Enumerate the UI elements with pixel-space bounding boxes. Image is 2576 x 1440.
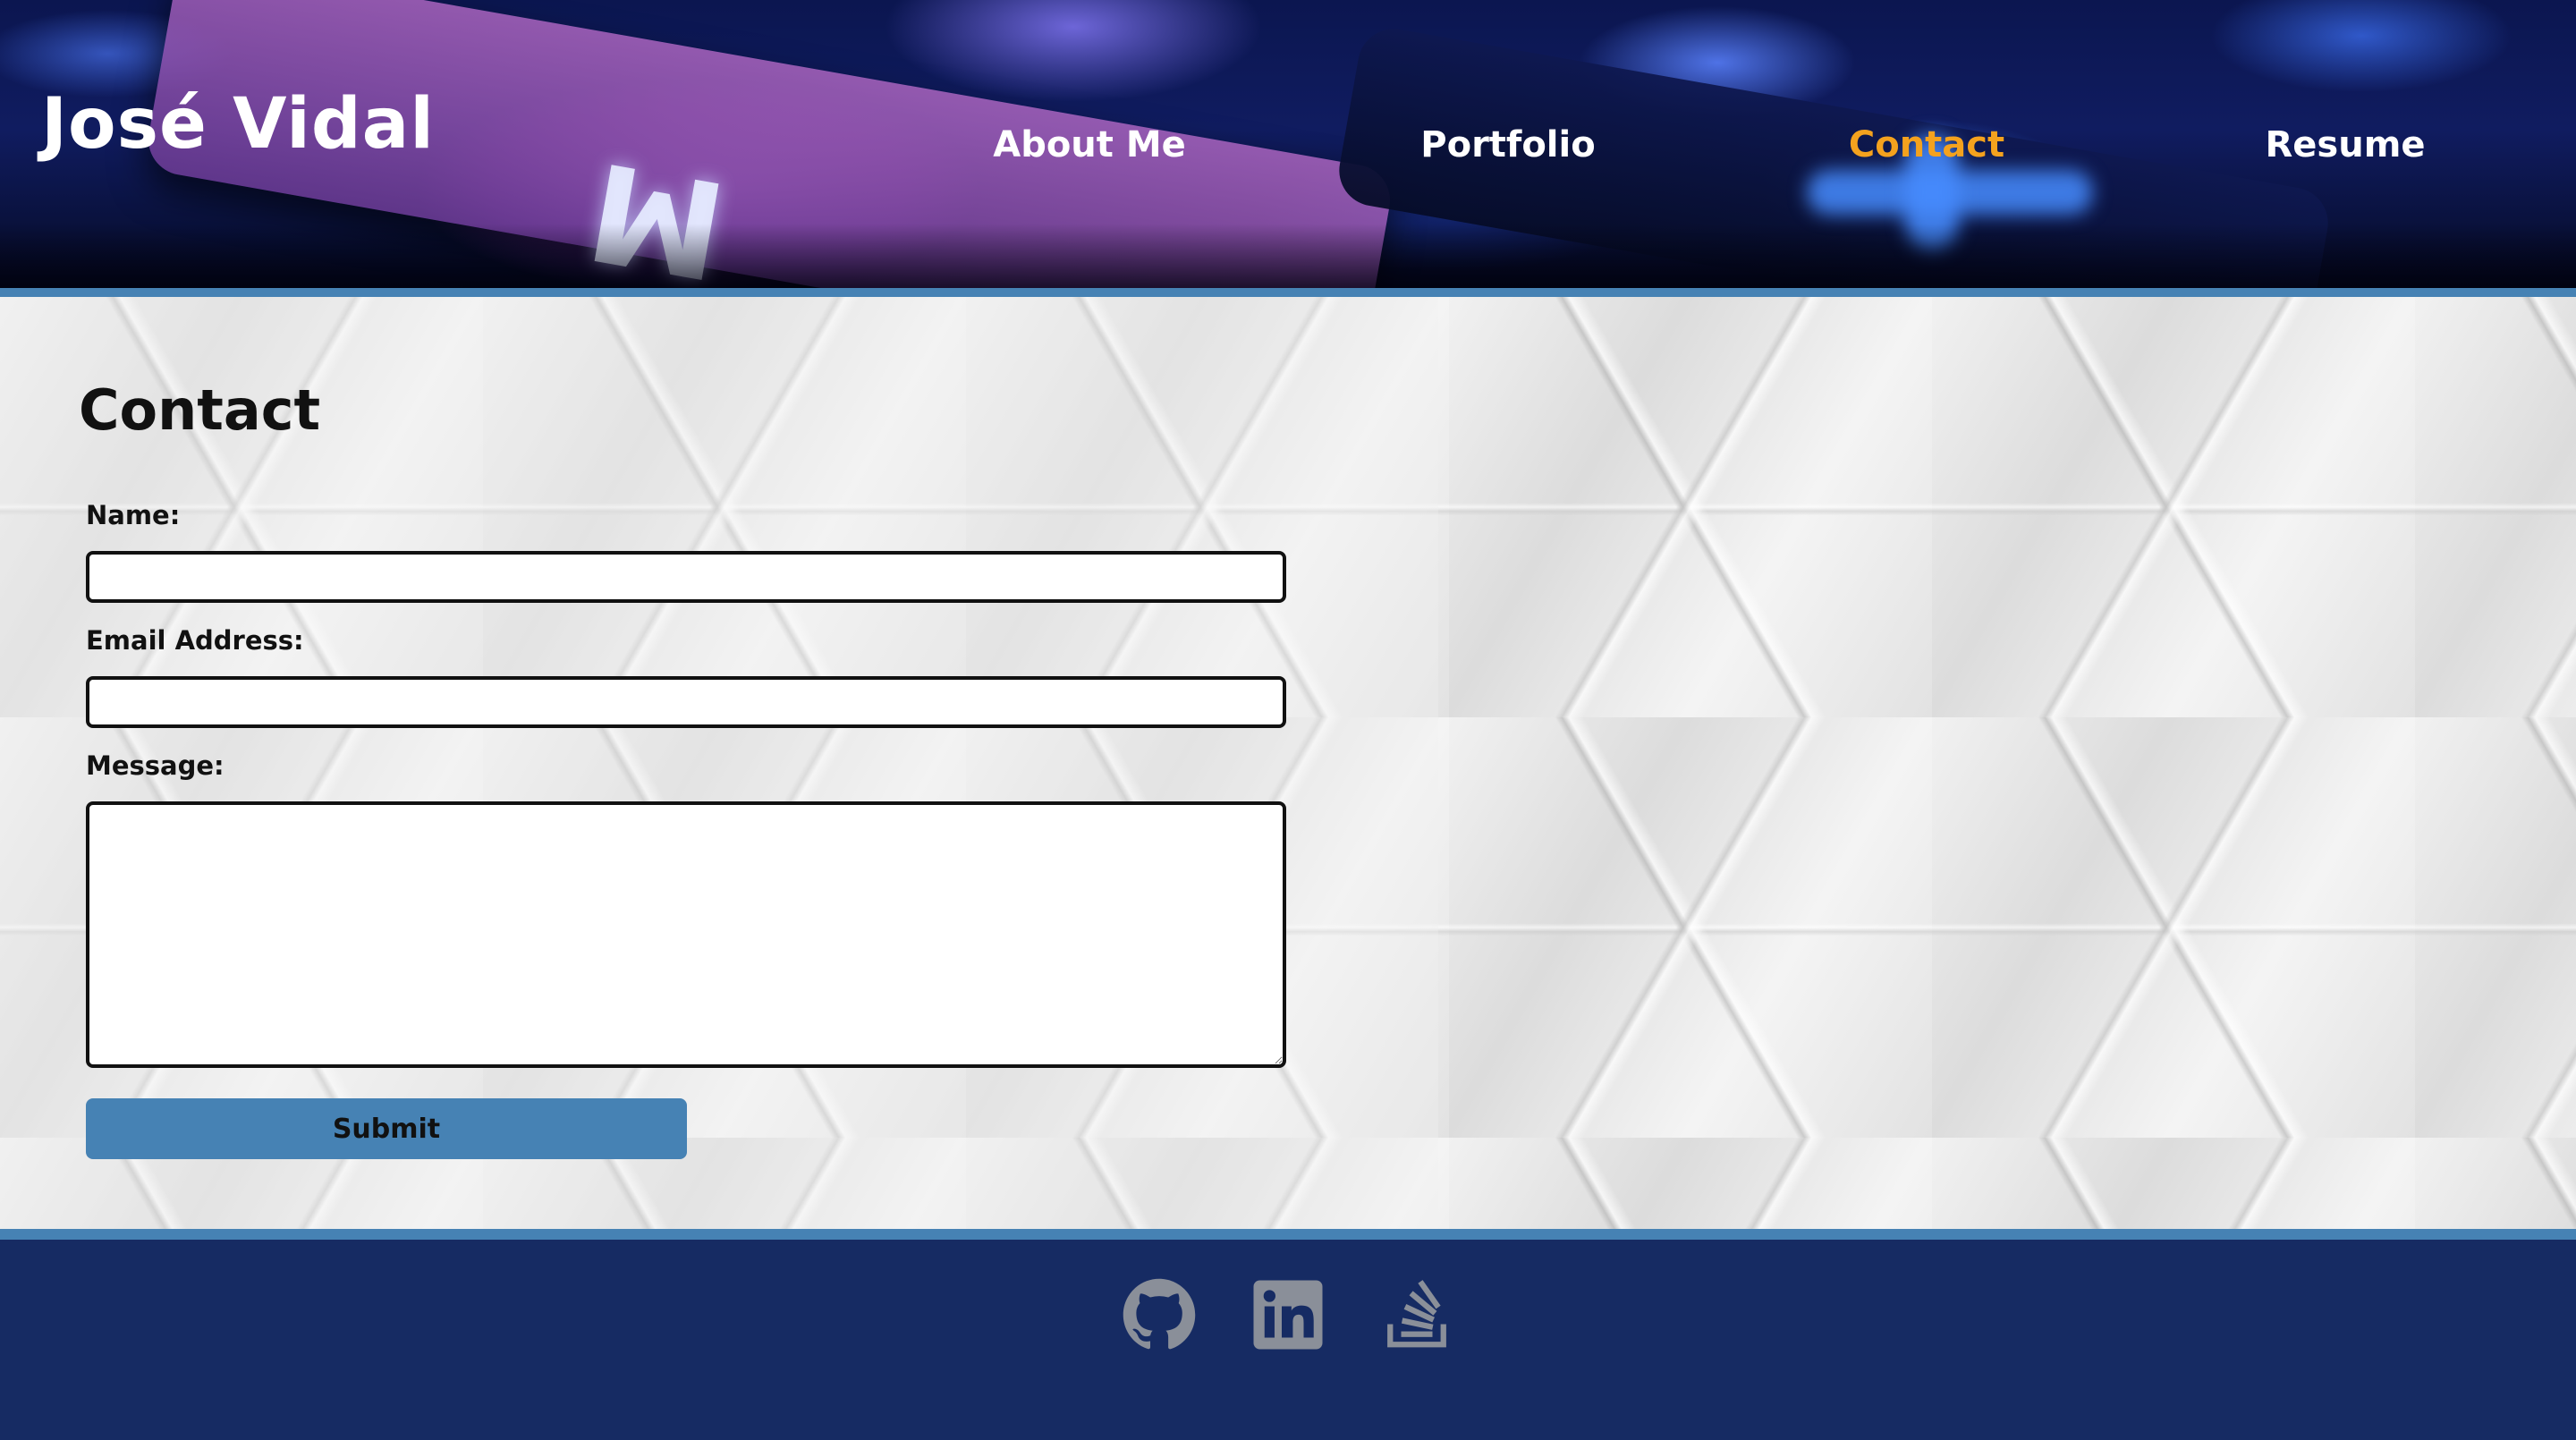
linkedin-link[interactable]	[1250, 1277, 1326, 1352]
email-input[interactable]	[86, 676, 1286, 728]
stackoverflow-link[interactable]	[1379, 1277, 1454, 1352]
name-label: Name:	[86, 500, 181, 530]
name-input[interactable]	[86, 551, 1286, 603]
github-link[interactable]	[1122, 1277, 1197, 1352]
site-header: M José Vidal About Me Portfolio Contact …	[0, 0, 2576, 288]
nav-contact[interactable]: Contact	[1849, 120, 2004, 170]
site-title[interactable]: José Vidal	[41, 89, 435, 159]
site-footer	[0, 1240, 2576, 1440]
main-nav: About Me Portfolio Contact Resume	[894, 120, 2576, 170]
message-textarea[interactable]	[86, 801, 1286, 1068]
nav-about-me[interactable]: About Me	[993, 120, 1186, 170]
header-background-shade	[0, 224, 2576, 288]
message-label: Message:	[86, 750, 225, 781]
email-label: Email Address:	[86, 625, 304, 656]
footer-divider	[0, 1229, 2576, 1240]
linkedin-icon	[1253, 1280, 1323, 1350]
nav-resume[interactable]: Resume	[2265, 120, 2425, 170]
stackoverflow-icon	[1387, 1280, 1446, 1348]
contact-section: Contact Name: Email Address: Message: Su…	[0, 297, 2576, 1229]
header-divider	[0, 288, 2576, 297]
nav-portfolio[interactable]: Portfolio	[1420, 120, 1595, 170]
page-title: Contact	[79, 377, 321, 443]
github-icon	[1123, 1278, 1196, 1350]
submit-button[interactable]: Submit	[86, 1098, 687, 1159]
